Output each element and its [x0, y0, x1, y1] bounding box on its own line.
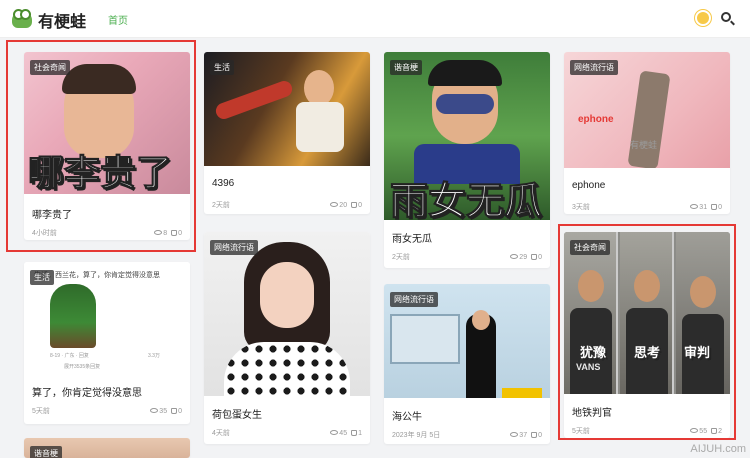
views-count: 31 — [690, 204, 707, 211]
post-time: 3天前 — [572, 204, 590, 211]
eye-icon — [330, 202, 339, 208]
likes-count[interactable]: 0 — [171, 408, 182, 415]
frog-logo-icon — [12, 9, 32, 28]
like-icon — [531, 431, 538, 438]
eye-icon — [690, 204, 699, 210]
views-count: 45 — [330, 430, 347, 437]
likes-count[interactable]: 0 — [711, 204, 722, 211]
post-meta: 2天前 29 0 — [392, 252, 542, 262]
eye-icon — [510, 432, 519, 438]
category-tag[interactable]: 生活 — [30, 270, 54, 285]
post-thumbnail[interactable]: ephone 有梗蛙 网络流行语 — [564, 52, 730, 168]
post-time: 2天前 — [392, 254, 410, 261]
views-count: 35 — [150, 408, 167, 415]
site-watermark: AIJUH.com — [690, 443, 746, 455]
category-tag[interactable]: 生活 — [210, 60, 234, 75]
post-time: 2023年 9月 5日 — [392, 432, 441, 439]
likes-count[interactable]: 0 — [351, 202, 362, 209]
category-tag[interactable]: 网络流行语 — [390, 292, 438, 307]
post-card-haigongniu[interactable]: 网络流行语 海公牛 2023年 9月 5日 37 0 — [384, 284, 550, 444]
like-icon — [711, 203, 718, 210]
post-card-yunvwugua[interactable]: 雨女无瓜 谐音梗 雨女无瓜 2天前 29 0 — [384, 52, 550, 268]
post-card-partial[interactable]: 谐音梗 — [24, 438, 190, 458]
search-icon[interactable] — [721, 12, 731, 22]
like-icon — [531, 253, 538, 260]
category-tag[interactable]: 谐音梗 — [390, 60, 422, 75]
post-meta: 3天前 31 0 — [572, 202, 722, 212]
category-tag[interactable]: 网络流行语 — [570, 60, 618, 75]
embedded-post-footer: 8-19 · 广东 · 回复 — [50, 353, 89, 359]
like-icon — [351, 429, 358, 436]
post-title[interactable]: 雨女无瓜 — [392, 230, 432, 245]
likes-count[interactable]: 0 — [531, 432, 542, 439]
highlight-box-1 — [6, 40, 196, 252]
post-meta: 2天前 20 0 — [212, 200, 362, 210]
nav-home-link[interactable]: 首页 — [108, 12, 128, 27]
logo-text: 有梗蛙 — [38, 12, 87, 31]
views-count: 37 — [510, 432, 527, 439]
category-tag[interactable]: 网络流行语 — [210, 240, 258, 255]
post-card-ephone[interactable]: ephone 有梗蛙 网络流行语 ephone 3天前 31 0 — [564, 52, 730, 214]
views-count: 29 — [510, 254, 527, 261]
image-watermark: 有梗蛙 — [630, 140, 658, 150]
post-time: 4天前 — [212, 430, 230, 437]
post-title[interactable]: ephone — [572, 180, 605, 191]
category-tag[interactable]: 谐音梗 — [30, 446, 62, 458]
post-thumbnail[interactable]: 生活 — [204, 52, 370, 166]
post-card-4396[interactable]: 生活 4396 2天前 20 0 — [204, 52, 370, 214]
like-icon — [171, 407, 178, 414]
eye-icon — [150, 408, 159, 414]
eye-icon — [510, 254, 519, 260]
post-time: 5天前 — [32, 408, 50, 415]
post-meta: 2023年 9月 5日 37 0 — [392, 430, 542, 440]
post-thumbnail[interactable]: 生活。西兰花，算了，你肯定觉得没意思 8-19 · 广东 · 回复 3.3万 展… — [24, 262, 190, 374]
site-logo[interactable]: 有梗蛙 — [12, 8, 86, 32]
post-title[interactable]: 算了，你肯定觉得没意思 — [32, 384, 142, 399]
post-thumbnail[interactable]: 网络流行语 — [204, 232, 370, 396]
theme-toggle-sun-icon[interactable] — [697, 12, 709, 24]
post-thumbnail[interactable]: 雨女无瓜 谐音梗 — [384, 52, 550, 220]
post-card-broccoli[interactable]: 生活。西兰花，算了，你肯定觉得没意思 8-19 · 广东 · 回复 3.3万 展… — [24, 262, 190, 424]
post-thumbnail[interactable]: 网络流行语 — [384, 284, 550, 398]
eye-icon — [330, 430, 339, 436]
likes-count[interactable]: 1 — [351, 430, 362, 437]
views-count: 20 — [330, 202, 347, 209]
post-time: 2天前 — [212, 202, 230, 209]
post-meta: 4天前 45 1 — [212, 428, 362, 438]
post-card-hebaodan[interactable]: 网络流行语 荷包蛋女生 4天前 45 1 — [204, 232, 370, 444]
like-icon — [351, 201, 358, 208]
top-header: 有梗蛙 首页 — [0, 0, 750, 38]
meme-caption: ephone — [578, 114, 614, 125]
likes-count[interactable]: 0 — [531, 254, 542, 261]
meme-caption: 雨女无瓜 — [389, 179, 543, 221]
post-thumbnail[interactable]: 谐音梗 — [24, 438, 190, 458]
post-title[interactable]: 海公牛 — [392, 408, 422, 423]
post-title[interactable]: 荷包蛋女生 — [212, 406, 262, 421]
highlight-box-2 — [558, 224, 736, 440]
embedded-post-more: 展开3535条回复 — [64, 364, 101, 370]
post-title[interactable]: 4396 — [212, 178, 234, 189]
broccoli-image — [50, 284, 96, 348]
embedded-post-likes: 3.3万 — [148, 353, 160, 359]
post-meta: 5天前 35 0 — [32, 406, 182, 416]
